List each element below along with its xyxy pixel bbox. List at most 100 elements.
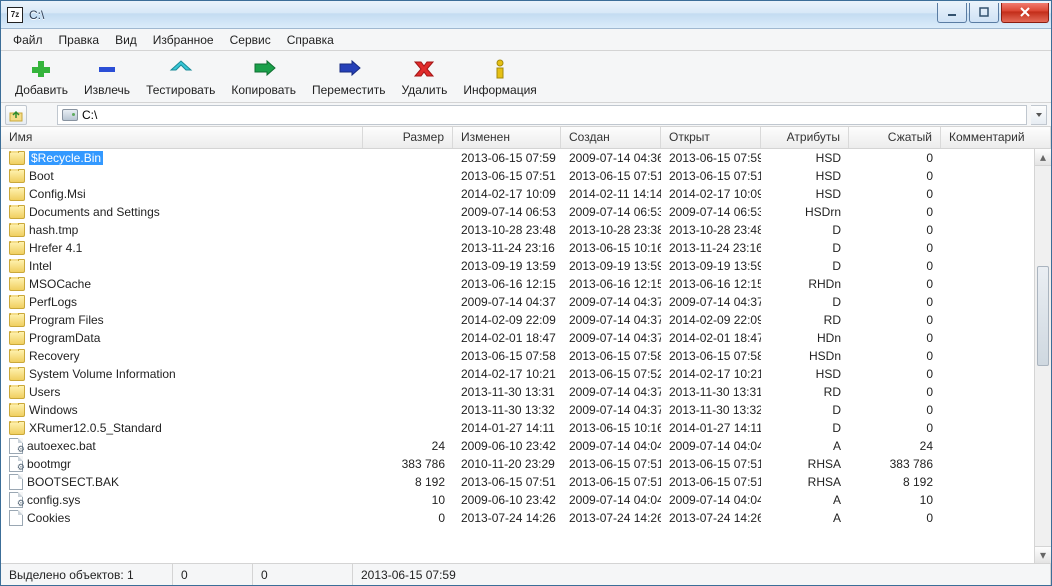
minimize-button[interactable]: [937, 3, 967, 23]
vertical-scrollbar[interactable]: ▴ ▾: [1034, 149, 1051, 563]
list-row[interactable]: hash.tmp2013-10-28 23:482013-10-28 23:38…: [1, 221, 1034, 239]
folder-icon: [9, 151, 25, 165]
row-modified: 2009-06-10 23:42: [453, 439, 561, 453]
menu-файл[interactable]: Файл: [5, 31, 51, 49]
row-attr: A: [761, 439, 849, 453]
move-icon: [336, 57, 362, 81]
row-opened: 2013-06-15 07:51: [661, 475, 761, 489]
file-list-container: $Recycle.Bin2013-06-15 07:592009-07-14 0…: [1, 149, 1051, 563]
list-row[interactable]: PerfLogs2009-07-14 04:372009-07-14 04:37…: [1, 293, 1034, 311]
row-opened: 2013-06-15 07:59: [661, 151, 761, 165]
row-attr: RD: [761, 385, 849, 399]
scroll-up-arrow[interactable]: ▴: [1035, 149, 1051, 166]
menu-вид[interactable]: Вид: [107, 31, 145, 49]
row-created: 2009-07-14 04:36: [561, 151, 661, 165]
folder-icon: [9, 421, 25, 435]
folder-icon: [9, 385, 25, 399]
row-attr: A: [761, 493, 849, 507]
list-row[interactable]: Documents and Settings2009-07-14 06:5320…: [1, 203, 1034, 221]
row-compressed: 0: [849, 259, 941, 273]
list-row[interactable]: Intel2013-09-19 13:592013-09-19 13:59201…: [1, 257, 1034, 275]
address-dropdown[interactable]: [1031, 105, 1047, 125]
row-modified: 2010-11-20 23:29: [453, 457, 561, 471]
col-name[interactable]: Имя: [1, 127, 363, 148]
row-name: PerfLogs: [29, 295, 77, 309]
list-row[interactable]: Program Files2014-02-09 22:092009-07-14 …: [1, 311, 1034, 329]
col-modified[interactable]: Изменен: [453, 127, 561, 148]
row-name: bootmgr: [27, 457, 71, 471]
tool-info-button[interactable]: Информация: [455, 55, 544, 99]
list-row[interactable]: Recovery2013-06-15 07:582013-06-15 07:58…: [1, 347, 1034, 365]
list-row[interactable]: Config.Msi2014-02-17 10:092014-02-11 14:…: [1, 185, 1034, 203]
row-opened: 2013-11-24 23:16: [661, 241, 761, 255]
tool-copy-button[interactable]: Копировать: [223, 55, 304, 99]
menu-правка[interactable]: Правка: [51, 31, 108, 49]
col-created[interactable]: Создан: [561, 127, 661, 148]
list-row[interactable]: autoexec.bat242009-06-10 23:422009-07-14…: [1, 437, 1034, 455]
status-selected: Выделено объектов: 1: [1, 564, 173, 585]
scroll-track[interactable]: [1035, 166, 1051, 546]
file-icon: [9, 492, 23, 508]
row-modified: 2014-02-17 10:21: [453, 367, 561, 381]
folder-up-icon: [9, 108, 23, 122]
list-row[interactable]: bootmgr383 7862010-11-20 23:292013-06-15…: [1, 455, 1034, 473]
tool-extract-button[interactable]: Извлечь: [76, 55, 138, 99]
list-row[interactable]: XRumer12.0.5_Standard2014-01-27 14:11201…: [1, 419, 1034, 437]
tool-test-button[interactable]: Тестировать: [138, 55, 223, 99]
col-compressed[interactable]: Сжатый: [849, 127, 941, 148]
titlebar[interactable]: 7z C:\: [1, 1, 1051, 29]
row-size: 383 786: [363, 457, 453, 471]
row-modified: 2014-02-01 18:47: [453, 331, 561, 345]
row-opened: 2013-09-19 13:59: [661, 259, 761, 273]
row-modified: 2013-09-19 13:59: [453, 259, 561, 273]
menu-сервис[interactable]: Сервис: [222, 31, 279, 49]
row-attr: D: [761, 403, 849, 417]
list-row[interactable]: Windows2013-11-30 13:322009-07-14 04:372…: [1, 401, 1034, 419]
list-row[interactable]: $Recycle.Bin2013-06-15 07:592009-07-14 0…: [1, 149, 1034, 167]
list-row[interactable]: Cookies02013-07-24 14:262013-07-24 14:26…: [1, 509, 1034, 527]
row-modified: 2013-06-15 07:51: [453, 169, 561, 183]
row-opened: 2014-02-17 10:21: [661, 367, 761, 381]
row-created: 2009-07-14 04:04: [561, 439, 661, 453]
tool-delete-button[interactable]: Удалить: [394, 55, 456, 99]
row-opened: 2009-07-14 06:53: [661, 205, 761, 219]
scroll-down-arrow[interactable]: ▾: [1035, 546, 1051, 563]
row-created: 2013-06-15 07:51: [561, 169, 661, 183]
list-row[interactable]: ProgramData2014-02-01 18:472009-07-14 04…: [1, 329, 1034, 347]
tool-move-button[interactable]: Переместить: [304, 55, 394, 99]
col-opened[interactable]: Открыт: [661, 127, 761, 148]
row-compressed: 0: [849, 385, 941, 399]
list-row[interactable]: System Volume Information2014-02-17 10:2…: [1, 365, 1034, 383]
scroll-thumb[interactable]: [1037, 266, 1049, 366]
folder-icon: [9, 241, 25, 255]
col-size[interactable]: Размер: [363, 127, 453, 148]
row-size: 8 192: [363, 475, 453, 489]
up-button[interactable]: [5, 105, 27, 125]
row-opened: 2013-11-30 13:31: [661, 385, 761, 399]
row-attr: D: [761, 259, 849, 273]
row-compressed: 8 192: [849, 475, 941, 489]
menu-справка[interactable]: Справка: [279, 31, 342, 49]
list-row[interactable]: Hrefer 4.12013-11-24 23:162013-06-15 10:…: [1, 239, 1034, 257]
copy-icon: [251, 57, 277, 81]
row-name: MSOCache: [29, 277, 91, 291]
list-row[interactable]: MSOCache2013-06-16 12:152013-06-16 12:15…: [1, 275, 1034, 293]
file-icon: [9, 474, 23, 490]
row-attr: HSD: [761, 367, 849, 381]
menu-избранное[interactable]: Избранное: [145, 31, 222, 49]
file-list[interactable]: $Recycle.Bin2013-06-15 07:592009-07-14 0…: [1, 149, 1034, 563]
list-row[interactable]: config.sys102009-06-10 23:422009-07-14 0…: [1, 491, 1034, 509]
row-compressed: 0: [849, 511, 941, 525]
close-button[interactable]: [1001, 3, 1049, 23]
address-field[interactable]: C:\: [57, 105, 1027, 125]
list-row[interactable]: Boot2013-06-15 07:512013-06-15 07:512013…: [1, 167, 1034, 185]
tool-add-button[interactable]: Добавить: [7, 55, 76, 99]
col-comment[interactable]: Комментарий: [941, 127, 1051, 148]
row-compressed: 0: [849, 241, 941, 255]
col-attributes[interactable]: Атрибуты: [761, 127, 849, 148]
list-row[interactable]: Users2013-11-30 13:312009-07-14 04:37201…: [1, 383, 1034, 401]
list-row[interactable]: BOOTSECT.BAK8 1922013-06-15 07:512013-06…: [1, 473, 1034, 491]
row-attr: D: [761, 223, 849, 237]
maximize-button[interactable]: [969, 3, 999, 23]
statusbar: Выделено объектов: 1 0 0 2013-06-15 07:5…: [1, 563, 1051, 585]
